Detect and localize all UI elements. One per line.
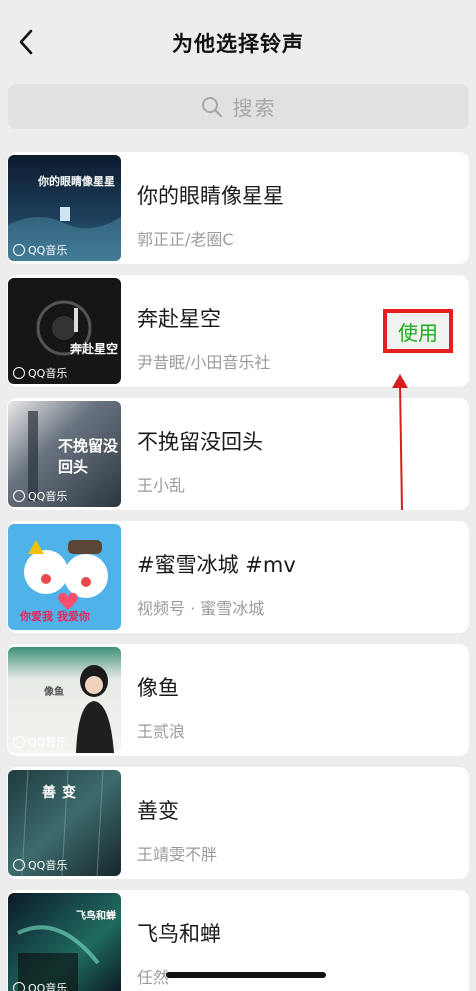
song-artist: 视频号 · 蜜雪冰城	[137, 599, 265, 618]
album-cover: 你爱我 我爱你	[8, 524, 121, 630]
qq-music-icon	[13, 982, 25, 991]
home-indicator	[166, 972, 326, 978]
qq-music-badge: QQ音乐	[13, 242, 67, 258]
qq-music-icon	[13, 490, 25, 502]
qq-music-icon	[13, 244, 25, 256]
qq-music-badge: QQ音乐	[13, 734, 67, 750]
album-cover: 善变 QQ音乐	[8, 770, 121, 876]
song-title: 不挽留没回头	[137, 430, 263, 454]
qq-music-icon	[13, 367, 25, 379]
cover-title: 像鱼	[44, 687, 64, 698]
song-artist: 王贰浪	[137, 722, 186, 741]
list-item[interactable]: 善变 QQ音乐 善变 王靖雯不胖	[7, 767, 469, 879]
qq-music-icon	[13, 859, 25, 871]
cover-caption: 你爱我 我爱你	[20, 610, 90, 623]
song-title: #蜜雪冰城 #mv	[137, 553, 296, 577]
qq-music-badge: QQ音乐	[13, 857, 67, 873]
cover-title: 善变	[42, 785, 82, 801]
qq-music-badge: QQ音乐	[13, 488, 67, 504]
song-artist: 王小乱	[137, 476, 186, 495]
song-artist: 王靖雯不胖	[137, 845, 218, 864]
qq-music-badge: QQ音乐	[13, 980, 67, 991]
cover-title: 不挽留没回头	[58, 437, 119, 476]
cover-title: 飞鸟和蝉	[76, 911, 116, 922]
album-cover: 不挽留没回头 QQ音乐	[8, 401, 121, 507]
album-cover: 你的眼睛像星星 QQ音乐	[8, 155, 121, 261]
annotation-arrow-icon	[392, 374, 408, 511]
album-cover: 像鱼 QQ音乐	[8, 647, 121, 753]
list-item[interactable]: 像鱼 QQ音乐 像鱼 王贰浪	[7, 644, 469, 756]
qq-music-badge: QQ音乐	[13, 365, 67, 381]
search-icon	[201, 96, 223, 118]
song-title: 像鱼	[137, 676, 179, 700]
list-item[interactable]: 你爱我 我爱你 #蜜雪冰城 #mv 视频号 · 蜜雪冰城	[7, 521, 469, 633]
use-button[interactable]: 使用	[383, 309, 453, 353]
song-title: 奔赴星空	[137, 307, 221, 331]
song-title: 你的眼睛像星星	[137, 184, 284, 208]
cover-title: 奔赴星空	[70, 342, 119, 356]
cover-title: 你的眼睛像星星	[38, 175, 115, 188]
qq-music-icon	[13, 736, 25, 748]
header: 为他选择铃声	[0, 0, 476, 82]
song-artist: 郭正正/老圈C	[137, 230, 234, 249]
ringtone-picker-screen: 为他选择铃声 搜索 你的眼睛像星星 QQ音乐 你的眼睛像星星 郭正正/老圈C 奔…	[0, 0, 476, 991]
song-title: 飞鸟和蝉	[137, 922, 221, 946]
song-artist: 任然	[137, 968, 170, 987]
page-title: 为他选择铃声	[172, 32, 304, 56]
album-cover: 飞鸟和蝉 QQ音乐	[8, 893, 121, 991]
song-title: 善变	[137, 799, 179, 823]
list-item[interactable]: 你的眼睛像星星 QQ音乐 你的眼睛像星星 郭正正/老圈C	[7, 152, 469, 264]
search-bar[interactable]: 搜索	[8, 84, 469, 129]
album-cover: 奔赴星空 QQ音乐	[8, 278, 121, 384]
song-artist: 尹昔眠/小田音乐社	[137, 353, 271, 372]
search-input[interactable]: 搜索	[233, 92, 277, 121]
